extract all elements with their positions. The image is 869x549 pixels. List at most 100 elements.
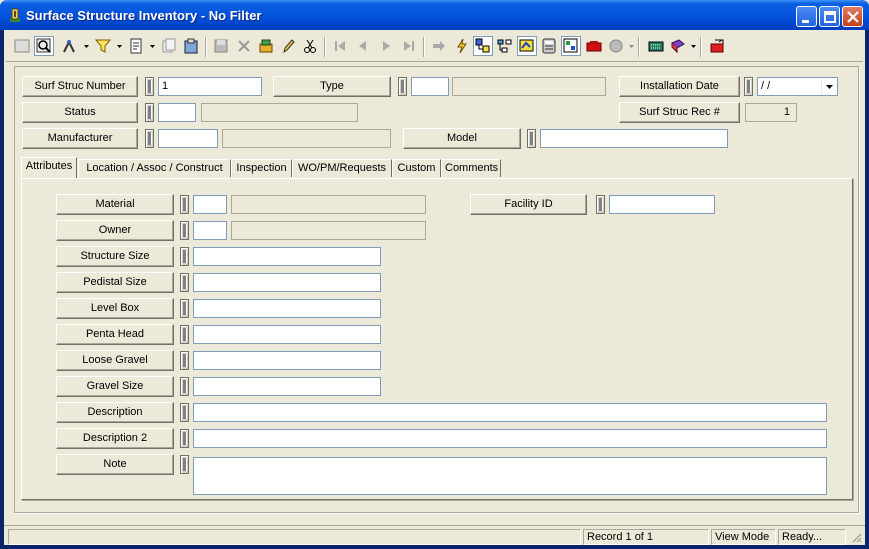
status-field[interactable]: [158, 103, 196, 122]
gravel-size-field[interactable]: [193, 377, 381, 396]
first-record-icon[interactable]: [330, 36, 350, 56]
facility-id-field[interactable]: [609, 195, 715, 214]
tab-custom[interactable]: Custom: [392, 159, 441, 177]
surf-struc-number-field[interactable]: 1: [158, 77, 262, 96]
description2-field[interactable]: [193, 429, 827, 448]
pedistal-size-button[interactable]: Pedistal Size: [56, 272, 174, 293]
field-grip[interactable]: [180, 455, 189, 474]
prev-record-icon[interactable]: [353, 36, 373, 56]
field-grip[interactable]: [180, 299, 189, 318]
chevron-down-icon[interactable]: [821, 79, 836, 94]
exit-icon[interactable]: [707, 36, 727, 56]
penta-head-field[interactable]: [193, 325, 381, 344]
material-button[interactable]: Material: [56, 194, 174, 215]
keyboard-icon[interactable]: [646, 36, 666, 56]
map-link-icon[interactable]: [473, 36, 493, 56]
level-box-field[interactable]: [193, 299, 381, 318]
surf-struc-number-button[interactable]: Surf Struc Number: [22, 76, 138, 97]
description2-button[interactable]: Description 2: [56, 428, 174, 449]
resize-grip-icon[interactable]: [850, 531, 862, 543]
structure-size-button[interactable]: Structure Size: [56, 246, 174, 267]
gravel-size-button[interactable]: Gravel Size: [56, 376, 174, 397]
description-field[interactable]: [193, 403, 827, 422]
status-button[interactable]: Status: [22, 102, 138, 123]
field-grip[interactable]: [180, 247, 189, 266]
manufacturer-button[interactable]: Manufacturer: [22, 128, 138, 149]
bookmark-icon[interactable]: [584, 36, 604, 56]
tab-inspection[interactable]: Inspection: [231, 159, 292, 177]
field-grip[interactable]: [180, 377, 189, 396]
calculator-icon[interactable]: [539, 36, 559, 56]
chevron-down-icon[interactable]: [83, 41, 90, 51]
manufacturer-field[interactable]: [158, 129, 218, 148]
note-textarea[interactable]: [193, 457, 827, 495]
lightning-icon[interactable]: [452, 36, 472, 56]
chevron-down-icon[interactable]: [628, 41, 635, 51]
installation-date-button[interactable]: Installation Date: [619, 76, 740, 97]
title-bar[interactable]: Surface Structure Inventory - No Filter: [0, 0, 869, 30]
save-icon[interactable]: [211, 36, 231, 56]
field-grip[interactable]: [180, 403, 189, 422]
owner-button[interactable]: Owner: [56, 220, 174, 241]
field-grip[interactable]: [744, 77, 753, 96]
field-grip[interactable]: [180, 325, 189, 344]
field-grip[interactable]: [145, 129, 154, 148]
owner-field[interactable]: [193, 221, 227, 240]
field-grip[interactable]: [180, 273, 189, 292]
hierarchy-icon[interactable]: [495, 36, 515, 56]
field-grip[interactable]: [180, 429, 189, 448]
tab-comments[interactable]: Comments: [441, 159, 501, 177]
type-button[interactable]: Type: [273, 76, 391, 97]
type-field[interactable]: [411, 77, 449, 96]
model-field[interactable]: [540, 129, 728, 148]
field-grip[interactable]: [180, 351, 189, 370]
loose-gravel-button[interactable]: Loose Gravel: [56, 350, 174, 371]
field-grip[interactable]: [596, 195, 605, 214]
new-record-icon[interactable]: [126, 36, 146, 56]
globe-icon[interactable]: [606, 36, 626, 56]
chevron-down-icon[interactable]: [149, 41, 156, 51]
model-button[interactable]: Model: [403, 128, 521, 149]
goto-icon[interactable]: [429, 36, 449, 56]
field-grip[interactable]: [145, 77, 154, 96]
delete-icon[interactable]: [234, 36, 254, 56]
maximize-button[interactable]: [819, 6, 840, 27]
structure-size-field[interactable]: [193, 247, 381, 266]
search-record-icon[interactable]: [34, 36, 54, 56]
description-button[interactable]: Description: [56, 402, 174, 423]
material-field[interactable]: [193, 195, 227, 214]
grid-icon[interactable]: [12, 36, 32, 56]
loose-gravel-field[interactable]: [193, 351, 381, 370]
copy-icon[interactable]: [159, 36, 179, 56]
field-grip[interactable]: [180, 195, 189, 214]
report-icon[interactable]: [561, 36, 581, 56]
tab-wo-pm-requests[interactable]: WO/PM/Requests: [292, 159, 392, 177]
penta-head-button[interactable]: Penta Head: [56, 324, 174, 345]
last-record-icon[interactable]: [399, 36, 419, 56]
cut-icon[interactable]: [300, 36, 320, 56]
chevron-down-icon[interactable]: [116, 41, 123, 51]
tab-attributes[interactable]: Attributes: [21, 157, 77, 178]
pedistal-size-field[interactable]: [193, 273, 381, 292]
minimize-button[interactable]: [796, 6, 817, 27]
level-box-button[interactable]: Level Box: [56, 298, 174, 319]
edit-icon[interactable]: [278, 36, 298, 56]
filter-icon[interactable]: [93, 36, 113, 56]
tab-location[interactable]: Location / Assoc / Construct: [78, 159, 231, 177]
help-book-icon[interactable]: [668, 36, 688, 56]
next-record-icon[interactable]: [376, 36, 396, 56]
field-grip[interactable]: [180, 221, 189, 240]
field-grip[interactable]: [527, 129, 536, 148]
query-icon[interactable]: [59, 36, 79, 56]
surf-struc-rec-button[interactable]: Surf Struc Rec #: [619, 102, 740, 123]
facility-id-button[interactable]: Facility ID: [470, 194, 587, 215]
map-icon[interactable]: [517, 36, 537, 56]
attach-icon[interactable]: [256, 36, 276, 56]
installation-date-field[interactable]: / /: [757, 77, 838, 96]
chevron-down-icon[interactable]: [690, 41, 697, 51]
close-button[interactable]: [842, 6, 863, 27]
paste-icon[interactable]: [181, 36, 201, 56]
field-grip[interactable]: [398, 77, 407, 96]
field-grip[interactable]: [145, 103, 154, 122]
note-button[interactable]: Note: [56, 454, 174, 475]
